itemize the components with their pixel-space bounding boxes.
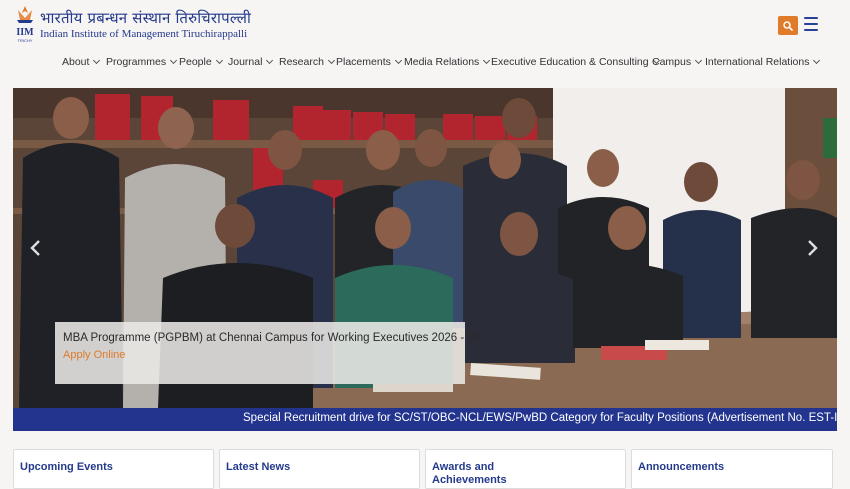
nav-item-research[interactable]: Research [279,56,335,68]
card-title-awards[interactable]: Awards and Achievements [432,461,522,487]
chevron-down-icon [266,56,274,65]
chevron-down-icon [483,56,491,65]
main-navigation: About Programmes People Journal Research… [0,56,850,74]
nav-item-media-relations[interactable]: Media Relations [404,56,491,68]
slide-caption-title: MBA Programme (PGPBM) at Chennai Campus … [63,332,481,344]
nav-item-programmes[interactable]: Programmes [106,56,178,68]
card-title-upcoming-events[interactable]: Upcoming Events [20,461,113,474]
chevron-left-icon[interactable] [29,240,41,256]
nav-item-international-relations[interactable]: International Relations [705,56,821,68]
nav-item-placements[interactable]: Placements [336,56,402,68]
iim-trichy-emblem-icon: IIM TRICHY [16,6,34,43]
card-title-announcements[interactable]: Announcements [638,461,724,474]
institute-name-english[interactable]: Indian Institute of Management Tiruchira… [40,28,247,40]
chevron-down-icon [93,56,101,65]
hamburger-menu-icon[interactable] [804,17,818,31]
institute-name-hindi[interactable]: भारतीय प्रबन्धन संस्थान तिरुचिरापल्ली [40,8,251,28]
ticker-text[interactable]: Special Recruitment drive for SC/ST/OBC-… [243,412,837,424]
chevron-down-icon [813,56,821,65]
svg-text:TRICHY: TRICHY [18,38,33,43]
nav-item-about[interactable]: About [62,56,101,68]
nav-item-journal[interactable]: Journal [228,56,274,68]
chevron-down-icon [215,56,223,65]
chevron-down-icon [170,56,178,65]
svg-text:IIM: IIM [16,27,34,38]
search-button[interactable] [778,16,798,35]
chevron-down-icon [394,56,402,65]
card-title-latest-news[interactable]: Latest News [226,461,290,474]
announcements-card: Announcements [631,449,833,489]
upcoming-events-card: Upcoming Events [13,449,214,489]
chevron-down-icon [327,56,335,65]
nav-item-people[interactable]: People [179,56,223,68]
announcement-ticker: Special Recruitment drive for SC/ST/OBC-… [13,408,837,431]
latest-news-card: Latest News [219,449,420,489]
hero-carousel[interactable]: MBA Programme (PGPBM) at Chennai Campus … [13,88,837,431]
awards-card: Awards and Achievements [425,449,626,489]
search-icon [783,20,793,31]
slide-caption: MBA Programme (PGPBM) at Chennai Campus … [55,322,480,384]
chevron-right-icon[interactable] [807,240,819,256]
nav-item-campus[interactable]: Campus [652,56,703,68]
site-header: IIM TRICHY भारतीय प्रबन्धन संस्थान तिरुच… [0,0,850,48]
nav-item-executive-education[interactable]: Executive Education & Consulting [491,56,660,68]
apply-online-link[interactable]: Apply Online [63,349,125,361]
institute-logo[interactable]: IIM TRICHY [14,4,36,44]
chevron-down-icon [695,56,703,65]
